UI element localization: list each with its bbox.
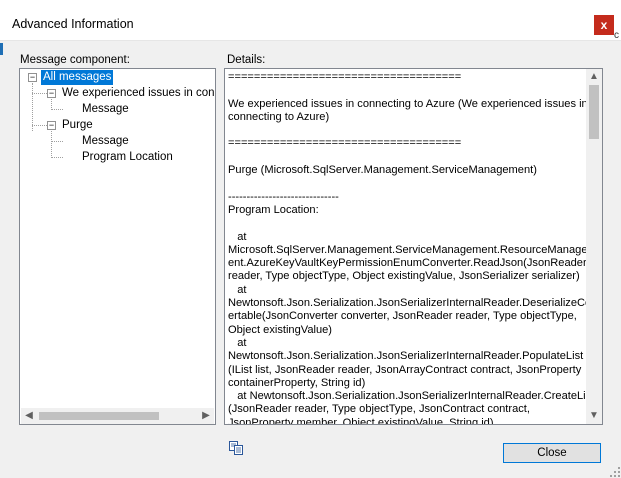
details-line: at Newtonsoft.Json.Serialization.JsonSer… <box>228 390 586 403</box>
details-line: connecting to Azure) <box>228 110 330 123</box>
tree-item-program-location[interactable]: Program Location <box>82 150 173 165</box>
close-button[interactable]: Close <box>503 443 601 463</box>
details-line <box>228 217 586 230</box>
details-line: Object existingValue) <box>228 323 333 336</box>
details-line: at <box>228 230 247 243</box>
scroll-right-icon[interactable]: ▶ <box>198 408 214 424</box>
details-line <box>228 177 586 190</box>
copy-icon[interactable] <box>228 440 244 456</box>
tree-connector <box>51 131 52 158</box>
background-window-edge <box>0 43 3 55</box>
message-tree[interactable]: − All messages − We experienced issues i… <box>19 68 216 425</box>
scrollbar-thumb[interactable] <box>589 85 599 139</box>
details-line: Newtonsoft.Json.Serialization.JsonSerial… <box>228 297 586 310</box>
details-line: at <box>228 336 247 349</box>
details-line: We experienced issues in connecting to A… <box>228 97 586 110</box>
scroll-left-icon[interactable]: ◀ <box>21 408 37 424</box>
window-title: Advanced Information <box>12 17 134 31</box>
tree-item-all-messages[interactable]: All messages <box>41 70 114 85</box>
collapse-toggle-icon[interactable]: − <box>47 89 56 98</box>
scroll-up-icon[interactable]: ▲ <box>586 69 602 85</box>
scrollbar-thumb[interactable] <box>39 412 159 420</box>
details-textbox[interactable]: ==================================== We e… <box>224 68 603 425</box>
tree-connector <box>51 157 63 158</box>
details-line <box>228 84 586 97</box>
tree-connector <box>32 93 47 94</box>
details-line: (IList list, JsonReader reader, JsonArra… <box>228 363 582 376</box>
background-window-edge-glyph: c <box>614 30 619 41</box>
details-line: containerProperty, String id) <box>228 376 366 389</box>
details-line: (JsonReader reader, Type objectType, Jso… <box>228 403 530 416</box>
details-line <box>228 124 586 137</box>
scroll-down-icon[interactable]: ▼ <box>586 408 602 424</box>
close-icon[interactable]: x <box>594 15 614 35</box>
details-vertical-scrollbar[interactable]: ▲ ▼ <box>586 69 602 424</box>
details-line: Microsoft.SqlServer.Management.ServiceMa… <box>228 243 586 256</box>
title-bar: Advanced Information x <box>0 0 621 41</box>
collapse-toggle-icon[interactable]: − <box>47 121 56 130</box>
tree-item-azure-issue[interactable]: We experienced issues in connecting to A… <box>62 86 215 101</box>
tree-item-message[interactable]: Message <box>82 102 129 117</box>
details-line: ertable(JsonConverter converter, JsonRea… <box>228 310 577 323</box>
details-line: Program Location: <box>228 203 319 216</box>
tree-connector <box>32 125 47 126</box>
collapse-toggle-icon[interactable]: − <box>28 73 37 82</box>
details-line: Purge (Microsoft.SqlServer.Management.Se… <box>228 164 537 177</box>
message-component-label: Message component: <box>20 54 130 66</box>
tree-item-purge[interactable]: Purge <box>62 118 93 133</box>
tree-connector <box>51 109 63 110</box>
details-line: ==================================== <box>228 71 462 83</box>
tree-item-message[interactable]: Message <box>82 134 129 149</box>
details-line: at <box>228 283 247 296</box>
details-line: Newtonsoft.Json.Serialization.JsonSerial… <box>228 350 584 363</box>
details-line: reader, Type objectType, Object existing… <box>228 270 580 283</box>
details-line: JsonProperty member, Object existingValu… <box>228 416 494 425</box>
tree-connector <box>32 83 33 131</box>
details-line: ent.AzureKeyVaultKeyPermissionEnumConver… <box>228 257 586 270</box>
tree-connector <box>51 141 63 142</box>
details-label: Details: <box>227 54 266 66</box>
details-line: ==================================== <box>228 137 462 150</box>
resize-grip-icon[interactable] <box>609 466 621 478</box>
tree-horizontal-scrollbar[interactable]: ◀ ▶ <box>21 408 214 424</box>
details-line: ------------------------------ <box>228 190 339 203</box>
details-text: ==================================== We e… <box>228 71 586 425</box>
details-line <box>228 151 586 164</box>
